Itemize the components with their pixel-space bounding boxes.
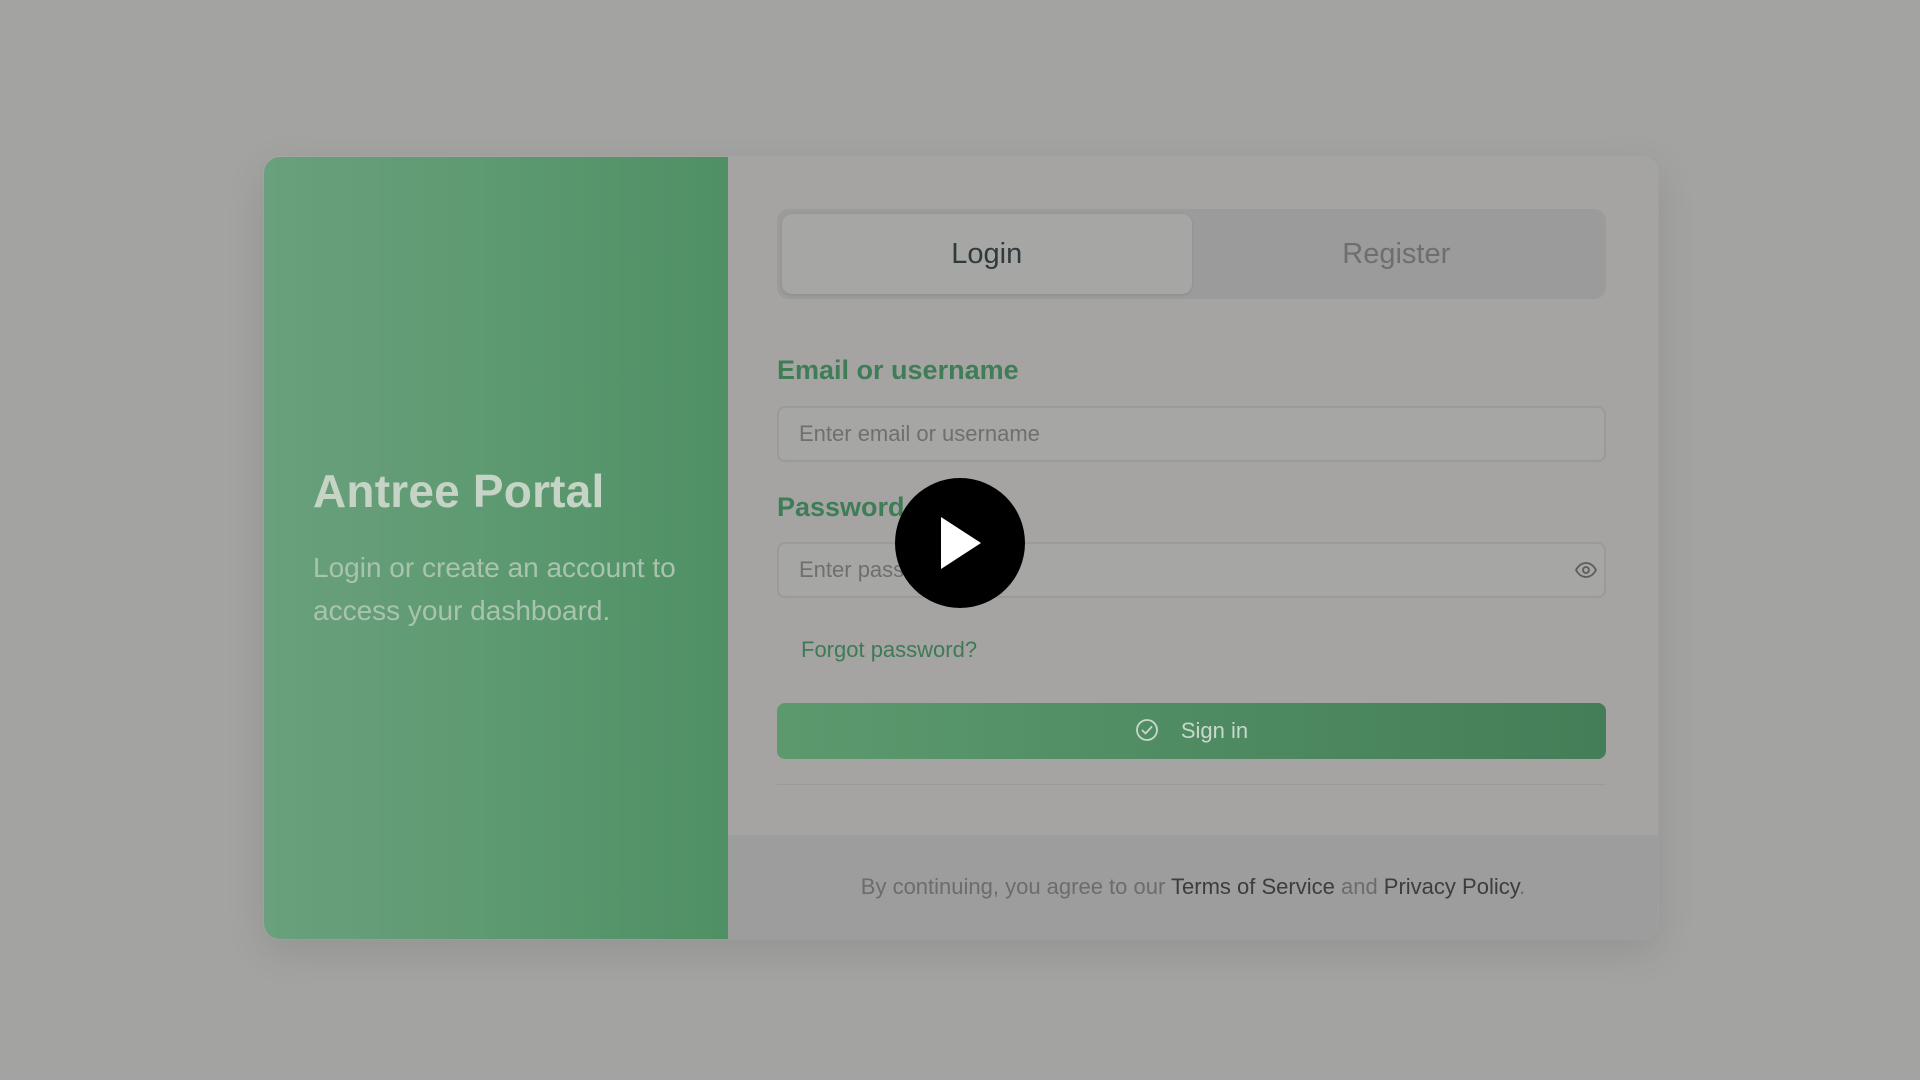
check-circle-icon xyxy=(1135,718,1159,745)
eye-icon[interactable] xyxy=(1574,559,1598,581)
password-label: Password xyxy=(777,492,905,522)
footer-prefix: By continuing, you agree to our xyxy=(860,874,1172,899)
hero-title: Antree Portal xyxy=(313,465,605,517)
sign-in-button[interactable]: Sign in xyxy=(777,703,1606,759)
divider xyxy=(777,784,1606,785)
email-label: Email or username xyxy=(777,355,1019,385)
terms-of-service-link[interactable]: Terms of Service xyxy=(1171,874,1335,899)
footer-middle: and xyxy=(1334,874,1384,899)
sign-in-label: Sign in xyxy=(1180,718,1249,743)
privacy-policy-link[interactable]: Privacy Policy xyxy=(1384,874,1519,899)
play-icon[interactable] xyxy=(895,478,1025,608)
hero-panel: Antree Portal Login or create an account… xyxy=(264,157,728,939)
auth-tabs: Login Register xyxy=(777,209,1606,299)
email-field[interactable] xyxy=(777,406,1606,462)
forgot-password-link[interactable]: Forgot password? xyxy=(801,637,977,663)
tab-login[interactable]: Login xyxy=(782,214,1192,294)
form-panel: Login Register Email or username Passwor… xyxy=(728,157,1658,939)
page-stage: Antree Portal Login or create an account… xyxy=(0,0,1920,1080)
terms-footer: By continuing, you agree to our Terms of… xyxy=(728,835,1658,939)
tab-register[interactable]: Register xyxy=(1192,214,1602,294)
hero-subtitle: Login or create an account to access you… xyxy=(313,552,676,626)
footer-suffix: . xyxy=(1519,874,1526,899)
footer-text: By continuing, you agree to our Terms of… xyxy=(861,874,1525,900)
